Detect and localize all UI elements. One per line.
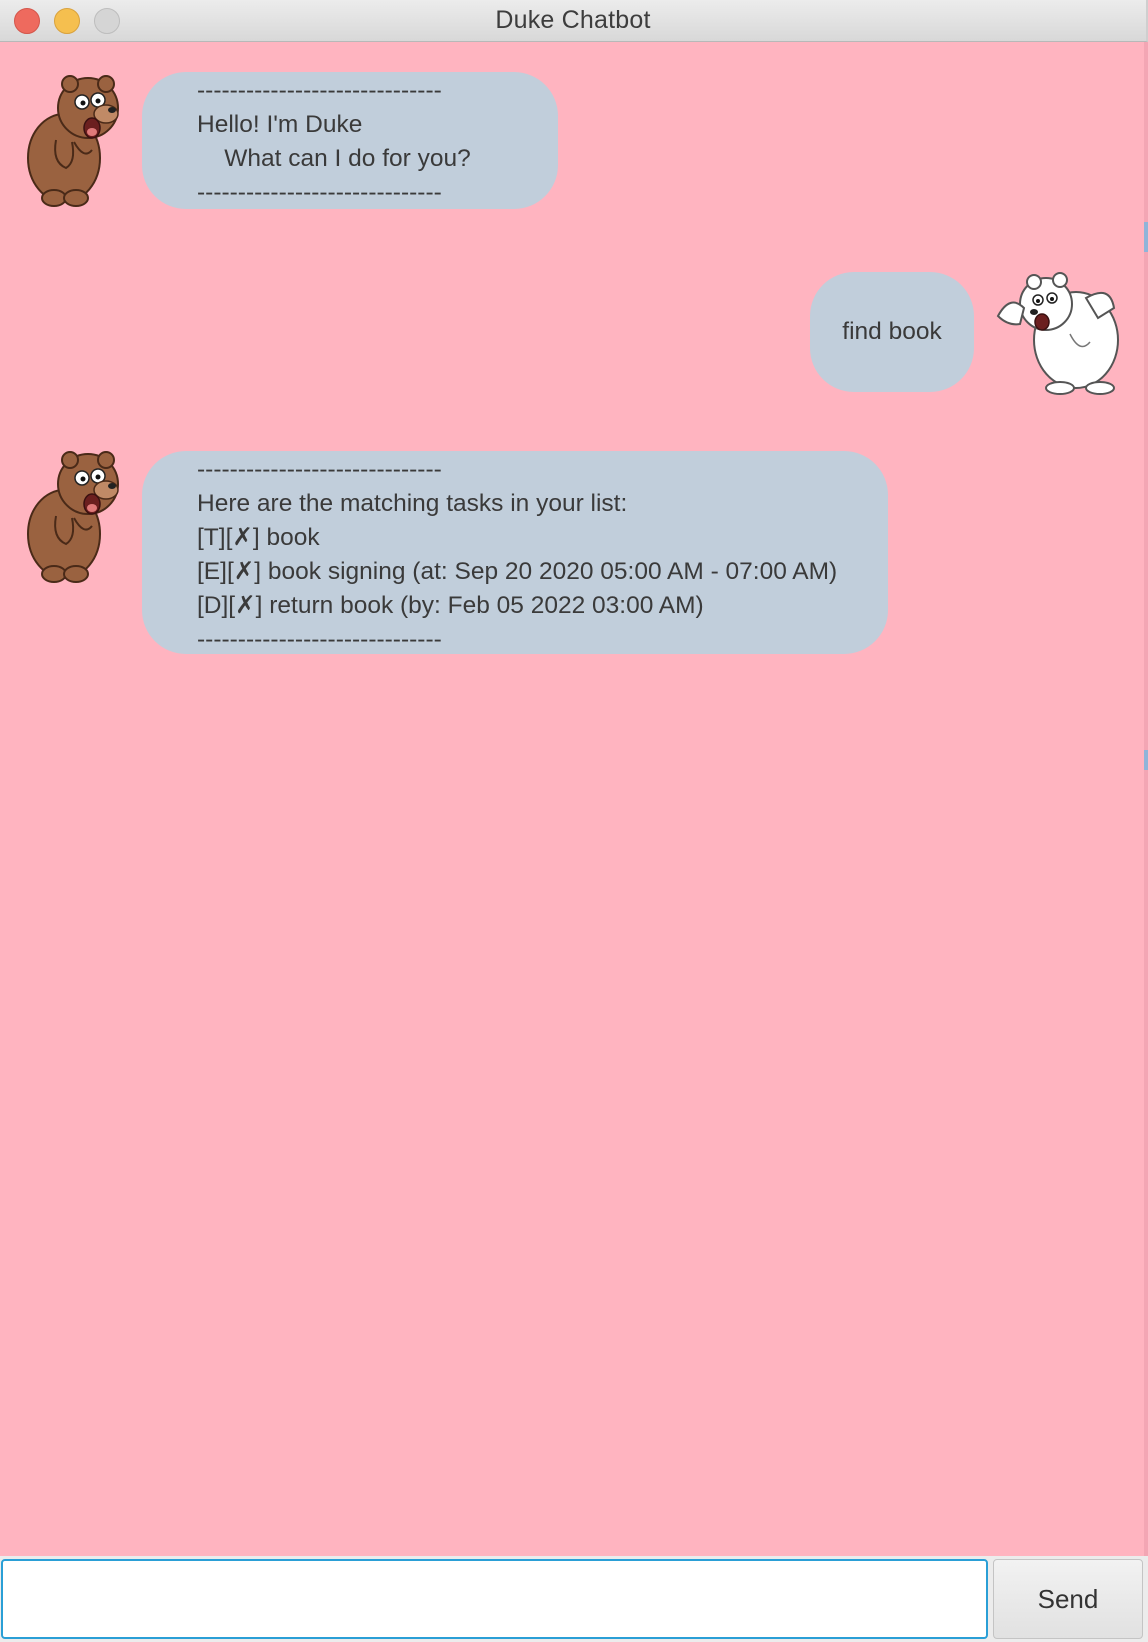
message-input[interactable] (1, 1559, 988, 1639)
message-line: ------------------------------ (197, 626, 442, 653)
brown-bear-icon (12, 70, 130, 210)
task-item: [T][✗] book (197, 524, 320, 551)
message-line: ------------------------------ (197, 179, 442, 206)
title-bar: Duke Chatbot (0, 0, 1148, 42)
send-button[interactable]: Send (993, 1559, 1143, 1639)
message-line: ------------------------------ (197, 456, 442, 483)
dialog-container[interactable]: ------------------------------ Hello! I'… (0, 42, 1148, 1556)
scrollbar-track-mark (1144, 750, 1148, 770)
scrollbar-track-mark (1144, 222, 1148, 252)
message-line: find book (842, 318, 942, 345)
message-bubble: ------------------------------ Hello! I'… (142, 72, 558, 209)
message-line: Here are the matching tasks in your list… (197, 490, 628, 517)
user-message-bubble: find book (810, 272, 974, 392)
app-window: Duke Chatbot ---------------------------… (0, 0, 1148, 1642)
task-item: [D][✗] return book (by: Feb 05 2022 03:0… (197, 592, 704, 619)
polar-bear-icon (990, 264, 1132, 396)
task-item: [E][✗] book signing (at: Sep 20 2020 05:… (197, 558, 838, 585)
message-bubble: ------------------------------ Here are … (142, 451, 888, 654)
message-line: What can I do for you? (197, 145, 471, 172)
brown-bear-icon (12, 446, 130, 586)
window-title: Duke Chatbot (495, 6, 651, 34)
message-line: Hello! I'm Duke (197, 111, 363, 138)
message-line: ------------------------------ (197, 77, 442, 104)
input-bar: Send (0, 1556, 1148, 1642)
